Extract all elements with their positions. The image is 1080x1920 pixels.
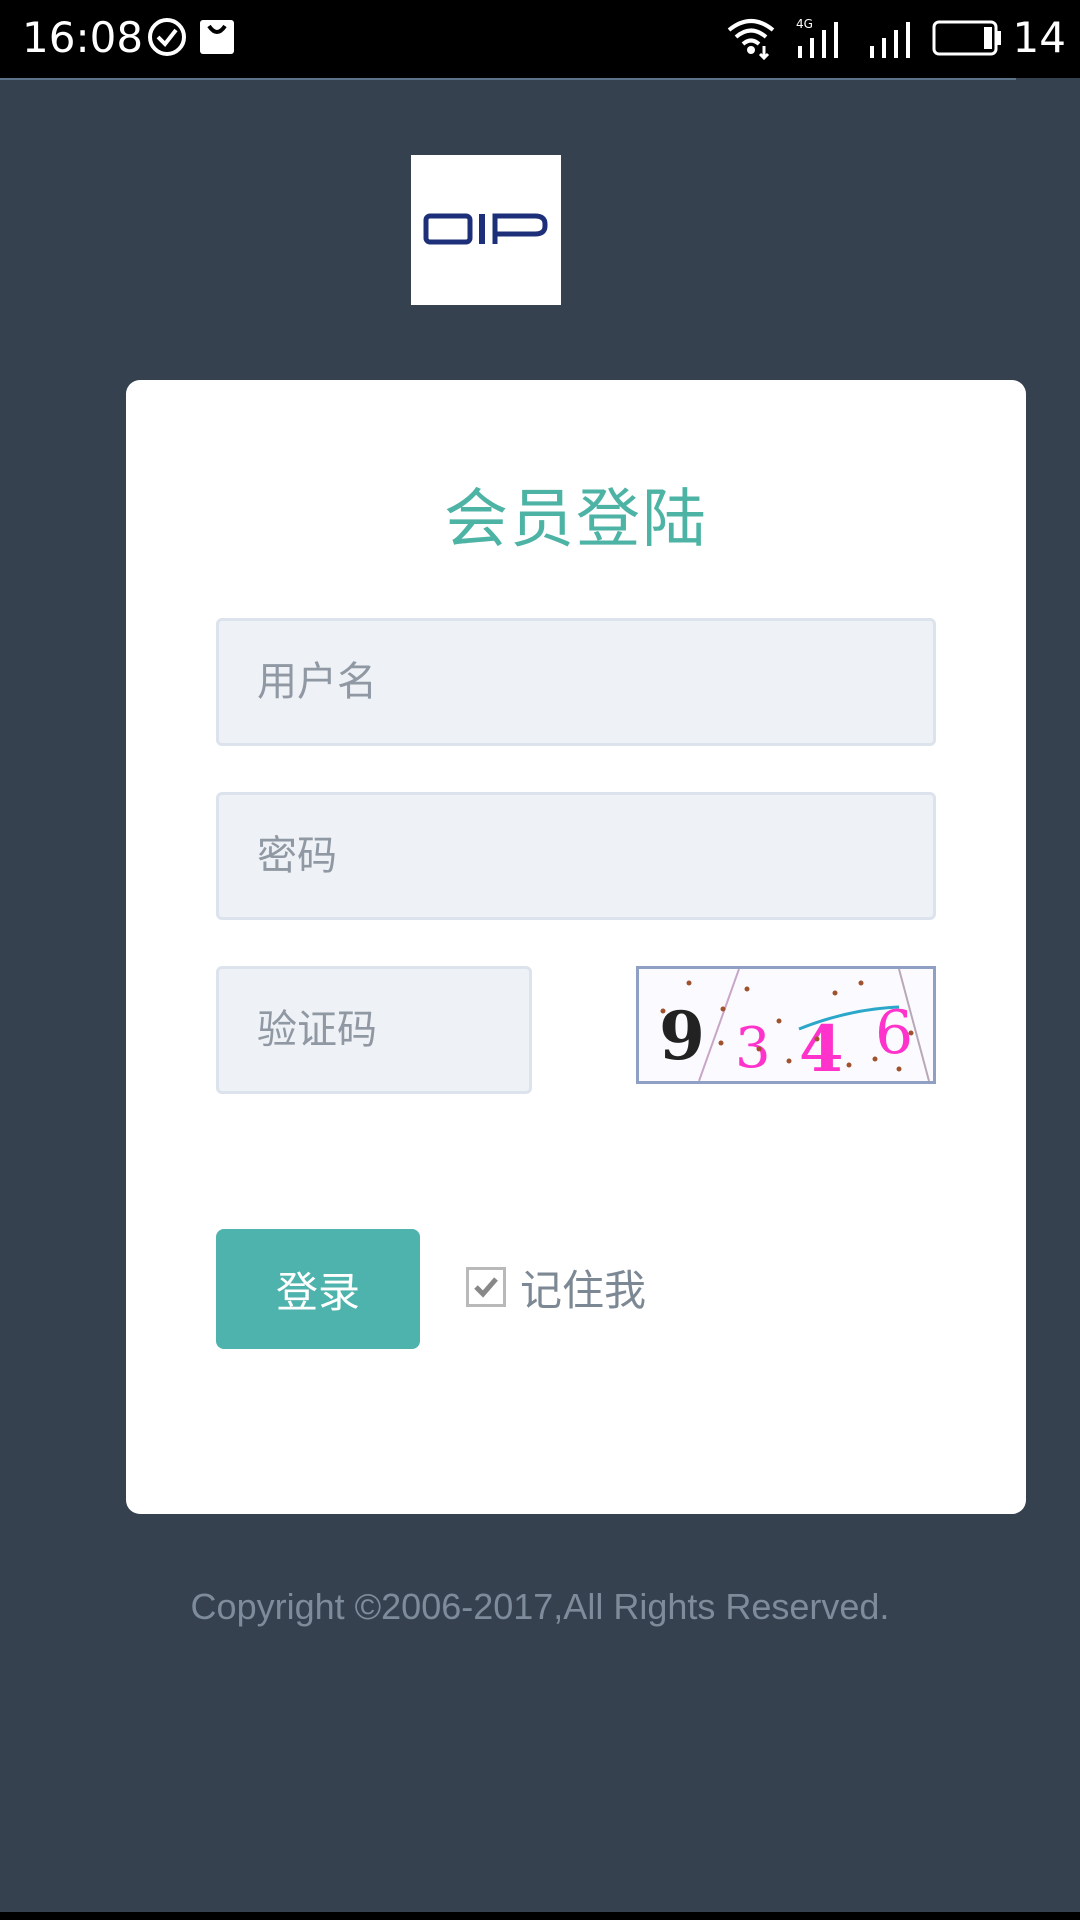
remember-me[interactable]: 记住我: [466, 1262, 646, 1315]
battery-icon: [932, 20, 1002, 60]
password-field[interactable]: [216, 792, 936, 920]
logo-mark: [423, 213, 548, 245]
captcha-drawing: 9 3 4 6: [659, 969, 930, 1081]
signal-icon: [866, 16, 920, 64]
copyright-text: Copyright ©2006-2017,All Rights Reserved…: [190, 1586, 890, 1627]
login-title: 会员登陆: [444, 483, 708, 557]
remember-checkbox[interactable]: [466, 1267, 506, 1307]
remember-label: 记住我: [520, 1265, 647, 1315]
battery-level: 14: [1012, 13, 1066, 62]
signal-4g-icon: 4G: [794, 16, 848, 64]
svg-text:4G: 4G: [796, 17, 813, 31]
captcha-image[interactable]: 9 3 4 6: [636, 966, 936, 1084]
check-circle-icon: [146, 16, 188, 62]
captcha-field[interactable]: [216, 966, 532, 1094]
captcha-char: 3: [735, 1016, 771, 1081]
login-card: 会员登陆 9 3 4 6 登录 记住我: [126, 380, 1026, 1514]
captcha-char: 9: [659, 997, 705, 1075]
status-time: 16:08: [22, 13, 144, 62]
login-button[interactable]: 登录: [216, 1229, 420, 1349]
shopping-bag-icon: [198, 16, 236, 62]
wifi-icon: [726, 16, 776, 64]
captcha-char: 4: [799, 1012, 844, 1081]
app-logo: [411, 155, 561, 305]
status-divider: [0, 78, 1016, 80]
bottom-edge: [0, 1912, 1080, 1920]
username-field[interactable]: [216, 618, 936, 746]
captcha-char: 6: [875, 998, 913, 1068]
status-bar: 16:08 4G 14: [0, 0, 1080, 78]
checkmark-icon: [474, 1277, 498, 1298]
